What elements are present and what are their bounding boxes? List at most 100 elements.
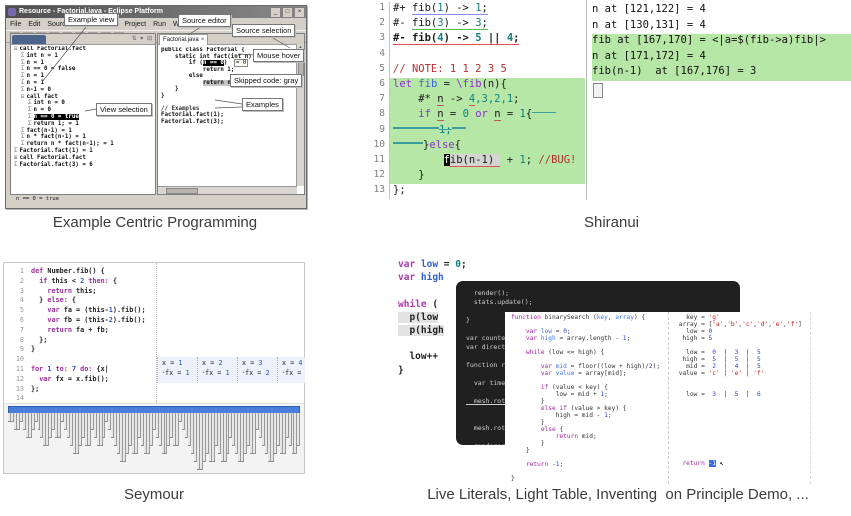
code-line[interactable]: stats.update(); [466, 298, 740, 307]
panel-divider[interactable] [586, 0, 587, 200]
code-line[interactable]: } [511, 419, 660, 426]
value-icon[interactable]: Σ [21, 73, 25, 79]
code-line[interactable]: high = mid - 1; [511, 412, 660, 419]
code-line[interactable]: return mid; [511, 433, 660, 440]
call-tree-visualization[interactable] [4, 403, 304, 473]
probe-cell[interactable]: x = 4•fx = [277, 357, 305, 383]
code-line[interactable]: render(); [466, 289, 740, 298]
shiranui-code[interactable]: #+ fib(1) -> 1;#- fib(3) -> 3;#- fib(4) … [389, 2, 585, 199]
code-line[interactable]: } [511, 475, 660, 482]
menu-project[interactable]: Project [124, 21, 146, 28]
code-line[interactable]: } [393, 169, 585, 184]
code-line[interactable]: function binarySearch (key, array) { [511, 314, 660, 321]
value-icon[interactable]: Σ [21, 134, 25, 140]
code-line[interactable]: def Number.fib() { [31, 267, 146, 277]
tree-row[interactable]: Σn = 1 [12, 80, 147, 87]
code-line[interactable]: var low = 0; [398, 259, 467, 272]
source-editor[interactable]: public class Factorial { static int fact… [161, 47, 296, 186]
code-line[interactable]: return -1; [511, 461, 660, 468]
code-line[interactable]: low = mid + 1; [511, 391, 660, 398]
code-line[interactable]: for 1 to: 7 do: {x| [31, 365, 146, 375]
probe-cell[interactable]: x = 3•fx = 2 [237, 357, 277, 383]
code-line[interactable]: var low = 0; [511, 328, 660, 335]
tree-row[interactable]: ⊟call Factorial.fact [12, 46, 147, 53]
code-line[interactable]: var fa = (this-1).fib(); [31, 306, 146, 316]
code-line[interactable]: var high = array.length - 1; [511, 335, 660, 342]
vertical-scrollbar[interactable]: ▲ [296, 44, 304, 186]
window-titlebar[interactable]: Resource - Factorial.java - Eclipse Plat… [6, 6, 306, 18]
code-line[interactable]: } [511, 440, 660, 447]
tree-row[interactable]: Σn * fact(n-1) = 1 [12, 134, 147, 141]
code-line[interactable] [31, 355, 146, 365]
pane-toolbar-icons[interactable]: ⇅ ▾ ⊟ [132, 35, 153, 42]
code-line[interactable] [511, 321, 660, 328]
menu-file[interactable]: File [10, 21, 21, 28]
code-line[interactable]: return this; [31, 287, 146, 297]
code-line[interactable]: var fb = (this-2).fib(); [31, 316, 146, 326]
call-expander-icon[interactable]: ⊞ [14, 155, 18, 161]
example-view-tab[interactable] [12, 35, 46, 44]
code-line[interactable]: if (value < key) { [511, 384, 660, 391]
code-line[interactable]: if this < 2 then: { [31, 277, 146, 287]
code-line[interactable]: }; [393, 184, 585, 199]
code-line[interactable]: var mid = floor((low + high)/2); [511, 363, 660, 370]
code-line[interactable]: } else: { [31, 296, 146, 306]
code-line[interactable]: #- fib(4) -> 5 || 4; [393, 32, 585, 47]
binary-search-code[interactable]: function binarySearch (key, array) { var… [511, 314, 660, 482]
code-line[interactable] [393, 48, 585, 63]
tree-row[interactable]: Σfact(n-1) = 1 [12, 128, 147, 135]
menu-edit[interactable]: Edit [28, 21, 40, 28]
tab-close-icon[interactable]: × [201, 37, 205, 43]
code-line[interactable] [511, 356, 660, 363]
code-line[interactable]: }; [31, 385, 146, 395]
tree-row[interactable]: Σn == 0 = false [12, 66, 147, 73]
code-line[interactable]: var fx = x.fib(); [31, 375, 146, 385]
example-tree[interactable]: ⊟call Factorial.factΣint n = 1Σn = 1Σn =… [12, 46, 147, 193]
tree-row[interactable]: Σn = 1 [12, 60, 147, 67]
code-line[interactable]: } [511, 447, 660, 454]
value-icon[interactable]: Σ [21, 66, 25, 72]
value-icon[interactable]: Σ [21, 141, 25, 147]
code-line[interactable]: 1; [393, 124, 585, 139]
code-line[interactable]: #- fib(3) -> 3; [393, 17, 585, 32]
editor-tab[interactable]: Factorial.java× [159, 34, 208, 45]
probe-cell[interactable]: x = 2•fx = 1 [197, 357, 237, 383]
code-line[interactable]: while (low <= high) { [511, 349, 660, 356]
close-button[interactable]: × [294, 7, 305, 18]
code-line[interactable]: return fa + fb; [31, 326, 146, 336]
tree-row[interactable]: Σint n = 1 [12, 53, 147, 60]
code-line[interactable]: if n = 0 or n = 1{ [393, 108, 585, 123]
code-line[interactable]: var value = array[mid]; [511, 370, 660, 377]
value-icon[interactable]: Σ [21, 128, 25, 134]
call-expander-icon[interactable]: ⊟ [14, 46, 18, 52]
call-expander-icon[interactable]: ⊟ [21, 94, 25, 100]
minimize-button[interactable]: _ [270, 7, 281, 18]
code-line[interactable] [511, 377, 660, 384]
value-icon[interactable]: Σ [28, 121, 32, 127]
code-line[interactable]: let fib = \fib(n){ [393, 78, 585, 93]
code-line[interactable]: }; [31, 336, 146, 346]
value-icon[interactable]: Σ [28, 107, 32, 113]
scrollbar-thumb[interactable] [166, 188, 198, 194]
code-line[interactable]: }else{ [393, 139, 585, 154]
seymour-code[interactable]: def Number.fib() { if this < 2 then: { r… [31, 267, 146, 394]
value-icon[interactable]: Σ [14, 148, 18, 154]
tree-row[interactable]: Σn = 1 [12, 73, 147, 80]
value-icon[interactable]: Σ [14, 162, 18, 168]
tree-row[interactable]: ΣFactorial.fact(1) = 1 [12, 148, 147, 155]
code-line[interactable]: } [511, 398, 660, 405]
code-line[interactable]: else if (value > key) { [511, 405, 660, 412]
code-line[interactable]: #* n -> 4,3,2,1; [393, 93, 585, 108]
value-icon[interactable]: Σ [21, 60, 25, 66]
maximize-button[interactable]: □ [282, 7, 293, 18]
tree-row[interactable]: ⊟call fact [12, 94, 147, 101]
horizontal-scrollbar[interactable] [158, 186, 297, 194]
code-line[interactable]: else { [511, 426, 660, 433]
tree-row[interactable]: ΣFactorial.fact(3) = 6 [12, 162, 147, 169]
code-line[interactable]: Factorial.fact(3); [161, 119, 296, 126]
menu-run[interactable]: Run [153, 21, 166, 28]
code-line[interactable]: #+ fib(1) -> 1; [393, 2, 585, 17]
code-line[interactable] [511, 454, 660, 461]
code-line[interactable] [511, 342, 660, 349]
tree-row[interactable]: Σreturn n * fact(n-1); = 1 [12, 141, 147, 148]
